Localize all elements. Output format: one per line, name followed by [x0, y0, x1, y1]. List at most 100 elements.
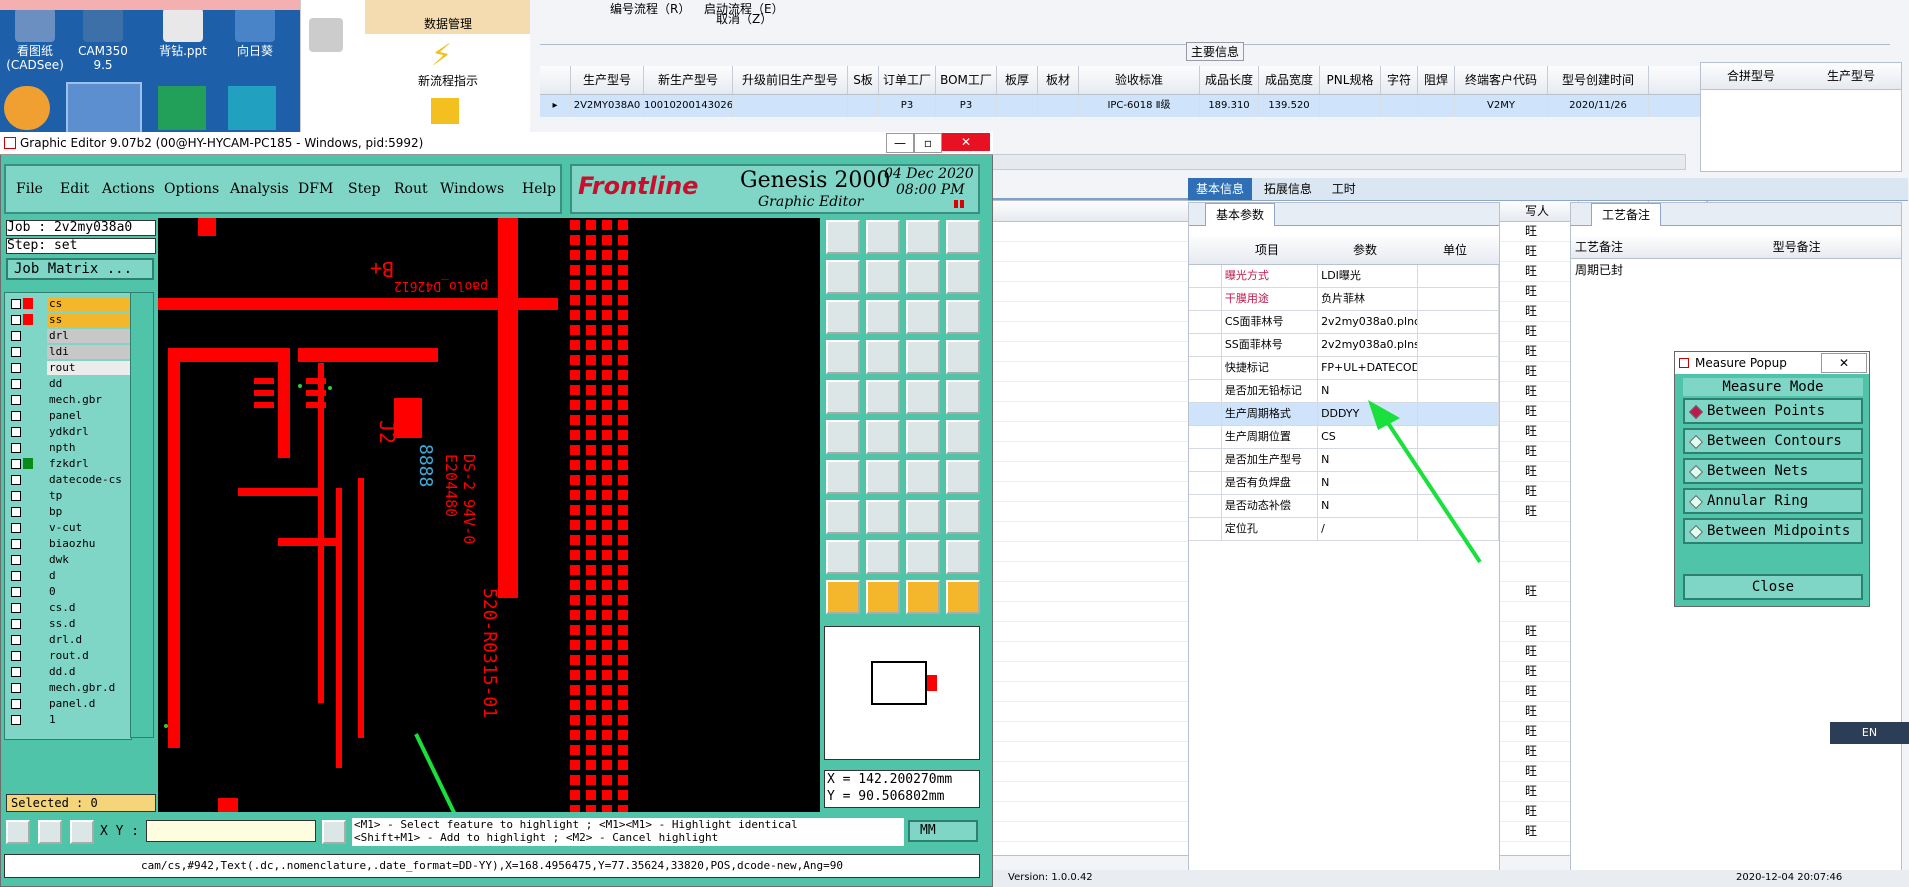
phone-icon[interactable] — [309, 18, 343, 52]
layer-row[interactable]: cs.d — [9, 601, 131, 615]
mode-annular-ring[interactable]: Annular Ring — [1683, 488, 1863, 514]
tool-button-icon[interactable] — [826, 420, 860, 454]
col-header[interactable]: 板材 — [1038, 66, 1079, 94]
layer-row[interactable]: drl — [9, 329, 131, 343]
layer-checkbox[interactable] — [11, 715, 21, 725]
table-row[interactable]: 快捷标记 FP+UL+DATECODE — [1189, 357, 1499, 380]
tool-button-icon[interactable] — [906, 260, 940, 294]
layer-row[interactable]: drl.d — [9, 633, 131, 647]
layer-row[interactable]: rout — [9, 361, 131, 375]
layer-checkbox[interactable] — [11, 299, 21, 309]
tool-button-icon[interactable] — [826, 540, 860, 574]
col-header[interactable]: 单位 — [1415, 236, 1495, 264]
layer-checkbox[interactable] — [11, 347, 21, 357]
popup-close-x[interactable]: ✕ — [1821, 353, 1867, 373]
tool-button-icon[interactable] — [906, 540, 940, 574]
layer-checkbox[interactable] — [11, 459, 21, 469]
tool-button-icon[interactable] — [866, 500, 900, 534]
pcb-canvas[interactable]: paolo_D42612 B+ J2 E204480 DS-2 94V-0 88… — [158, 218, 820, 812]
tool-button-icon[interactable] — [906, 300, 940, 334]
layer-row[interactable]: panel — [9, 409, 131, 423]
layer-checkbox[interactable] — [11, 571, 21, 581]
table-row[interactable]: 曝光方式 LDI曝光 — [1189, 265, 1499, 288]
mode-between-nets[interactable]: Between Nets — [1683, 458, 1863, 484]
tool-button-icon[interactable] — [906, 580, 940, 614]
menu-edit[interactable]: Edit — [60, 181, 89, 197]
maximize-button[interactable]: ▫ — [914, 133, 942, 153]
disc-icon[interactable] — [66, 82, 142, 136]
tool-button-icon[interactable] — [866, 340, 900, 374]
job-matrix-button[interactable]: Job Matrix ... — [6, 258, 154, 280]
mode-between-midpoints[interactable]: Between Midpoints — [1683, 518, 1863, 544]
layer-checkbox[interactable] — [11, 699, 21, 709]
table-row[interactable]: ▸ 2V2MY038A0 10010200143026 P3 P3 IPC-60… — [540, 95, 1880, 117]
layer-row[interactable]: panel.d — [9, 697, 131, 711]
layer-row[interactable]: 1 — [9, 713, 131, 727]
layer-checkbox[interactable] — [11, 443, 21, 453]
col-header[interactable]: 阻焊 — [1418, 66, 1455, 94]
tab-basic-info[interactable]: 基本信息 — [1188, 178, 1253, 200]
minimize-button[interactable]: — — [886, 133, 914, 153]
layer-checkbox[interactable] — [11, 635, 21, 645]
layer-row[interactable]: dd.d — [9, 665, 131, 679]
lightning-icon[interactable]: ⚡ — [431, 40, 459, 72]
menu-actions[interactable]: Actions — [102, 181, 155, 197]
col-header[interactable]: 新生产型号 — [644, 66, 733, 94]
tool-button-icon[interactable] — [946, 260, 980, 294]
tool-button-icon[interactable] — [906, 220, 940, 254]
col-header[interactable]: 型号创建时间 — [1548, 66, 1649, 94]
tab-basic-params[interactable]: 基本参数 — [1205, 203, 1276, 226]
layer-row[interactable]: ss.d — [9, 617, 131, 631]
layer-row[interactable]: ss — [9, 313, 131, 327]
layer-checkbox[interactable] — [11, 555, 21, 565]
overview-map[interactable] — [824, 626, 980, 760]
snap-icon[interactable] — [6, 820, 30, 844]
layer-checkbox[interactable] — [11, 363, 21, 373]
table-row[interactable]: CS面菲林号 2v2my038a0.plncs — [1189, 311, 1499, 334]
folder-icon[interactable] — [431, 98, 459, 124]
tool-button-icon[interactable] — [826, 460, 860, 494]
tool-button-icon[interactable] — [826, 500, 860, 534]
menu-options[interactable]: Options — [164, 181, 219, 197]
layer-row[interactable]: rout.d — [9, 649, 131, 663]
menu-file[interactable]: File — [16, 181, 43, 197]
col-header[interactable]: 字符 — [1381, 66, 1418, 94]
tool-button-icon[interactable] — [946, 420, 980, 454]
menu-windows[interactable]: Windows — [440, 181, 504, 197]
tool-button-icon[interactable] — [866, 260, 900, 294]
layer-checkbox[interactable] — [11, 603, 21, 613]
layer-checkbox[interactable] — [11, 651, 21, 661]
menu-dfm[interactable]: DFM — [298, 181, 333, 197]
layer-checkbox[interactable] — [11, 331, 21, 341]
col-header[interactable]: 项目 — [1219, 236, 1315, 264]
col-header[interactable]: 型号备注 — [1769, 236, 1901, 258]
layer-checkbox[interactable] — [11, 507, 21, 517]
col-header[interactable]: BOM工厂 — [936, 66, 997, 94]
layer-checkbox[interactable] — [11, 619, 21, 629]
col-header[interactable]: 升级前旧生产型号 — [733, 66, 848, 94]
layer-checkbox[interactable] — [11, 379, 21, 389]
col-header[interactable]: 终端客户代码 — [1455, 66, 1548, 94]
layer-checkbox[interactable] — [11, 427, 21, 437]
tool-button-icon[interactable] — [866, 420, 900, 454]
tool-button-icon[interactable] — [946, 540, 980, 574]
tool-button-icon[interactable] — [946, 580, 980, 614]
col-header[interactable]: 成品宽度 — [1259, 66, 1320, 94]
layer-row[interactable]: fzkdrl — [9, 457, 131, 471]
menu-analysis[interactable]: Analysis — [230, 181, 289, 197]
tool-button-icon[interactable] — [946, 460, 980, 494]
layer-row[interactable]: ydkdrl — [9, 425, 131, 439]
col-header[interactable]: S板 — [848, 66, 879, 94]
tool-button-icon[interactable] — [826, 220, 860, 254]
tool-button-icon[interactable] — [826, 260, 860, 294]
tool-button-icon[interactable] — [906, 460, 940, 494]
col-header[interactable]: PNL规格 — [1320, 66, 1381, 94]
menu-help[interactable]: Help — [522, 181, 556, 197]
tool-button-icon[interactable] — [946, 220, 980, 254]
tool-button-icon[interactable] — [866, 300, 900, 334]
layer-row[interactable]: dwk — [9, 553, 131, 567]
col-header[interactable]: 生产型号 — [571, 66, 644, 94]
tool-button-icon[interactable] — [826, 300, 860, 334]
mode-between-contours[interactable]: Between Contours — [1683, 428, 1863, 454]
layer-row[interactable]: dd — [9, 377, 131, 391]
